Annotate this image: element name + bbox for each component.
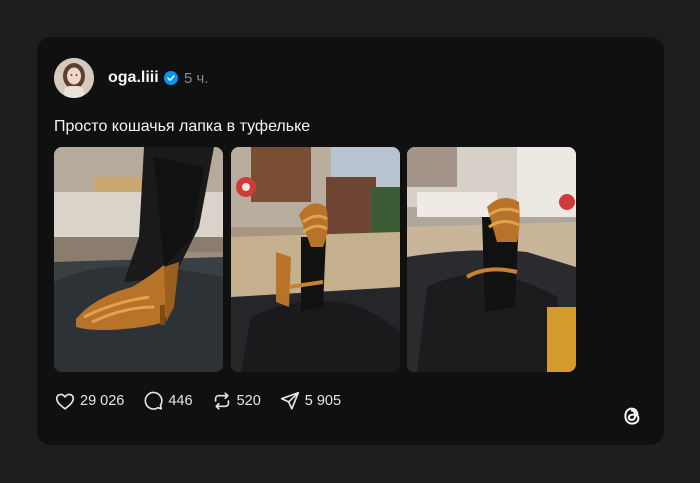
post-image-3[interactable] [407, 147, 576, 372]
author-username[interactable]: oga.liii [108, 69, 159, 87]
share-count: 5 905 [304, 393, 342, 409]
post-timestamp[interactable]: 5 ч. [184, 70, 209, 88]
post-actions: 29 026 446 520 5 905 [54, 389, 359, 413]
repost-count: 520 [236, 393, 261, 409]
verified-badge-icon [164, 71, 178, 85]
comment-count: 446 [168, 393, 193, 409]
comment-bubble-icon [144, 391, 164, 410]
post-image-1[interactable] [54, 147, 223, 372]
like-count: 29 026 [80, 393, 125, 409]
post-image-2[interactable] [231, 147, 400, 372]
repost-icon [214, 392, 229, 410]
avatar[interactable] [54, 58, 94, 98]
share-button[interactable]: 5 905 [279, 390, 341, 412]
send-icon [280, 391, 299, 410]
post-text: Просто кошачья лапка в туфельке [54, 118, 311, 135]
heart-icon [55, 393, 75, 410]
threads-logo-icon[interactable] [618, 402, 646, 430]
like-button[interactable]: 29 026 [54, 390, 124, 412]
post-card: oga.liii 5 ч. Просто кошачья лапка в туф… [37, 37, 664, 445]
repost-button[interactable]: 520 [211, 390, 261, 412]
comment-button[interactable]: 446 [142, 390, 193, 412]
